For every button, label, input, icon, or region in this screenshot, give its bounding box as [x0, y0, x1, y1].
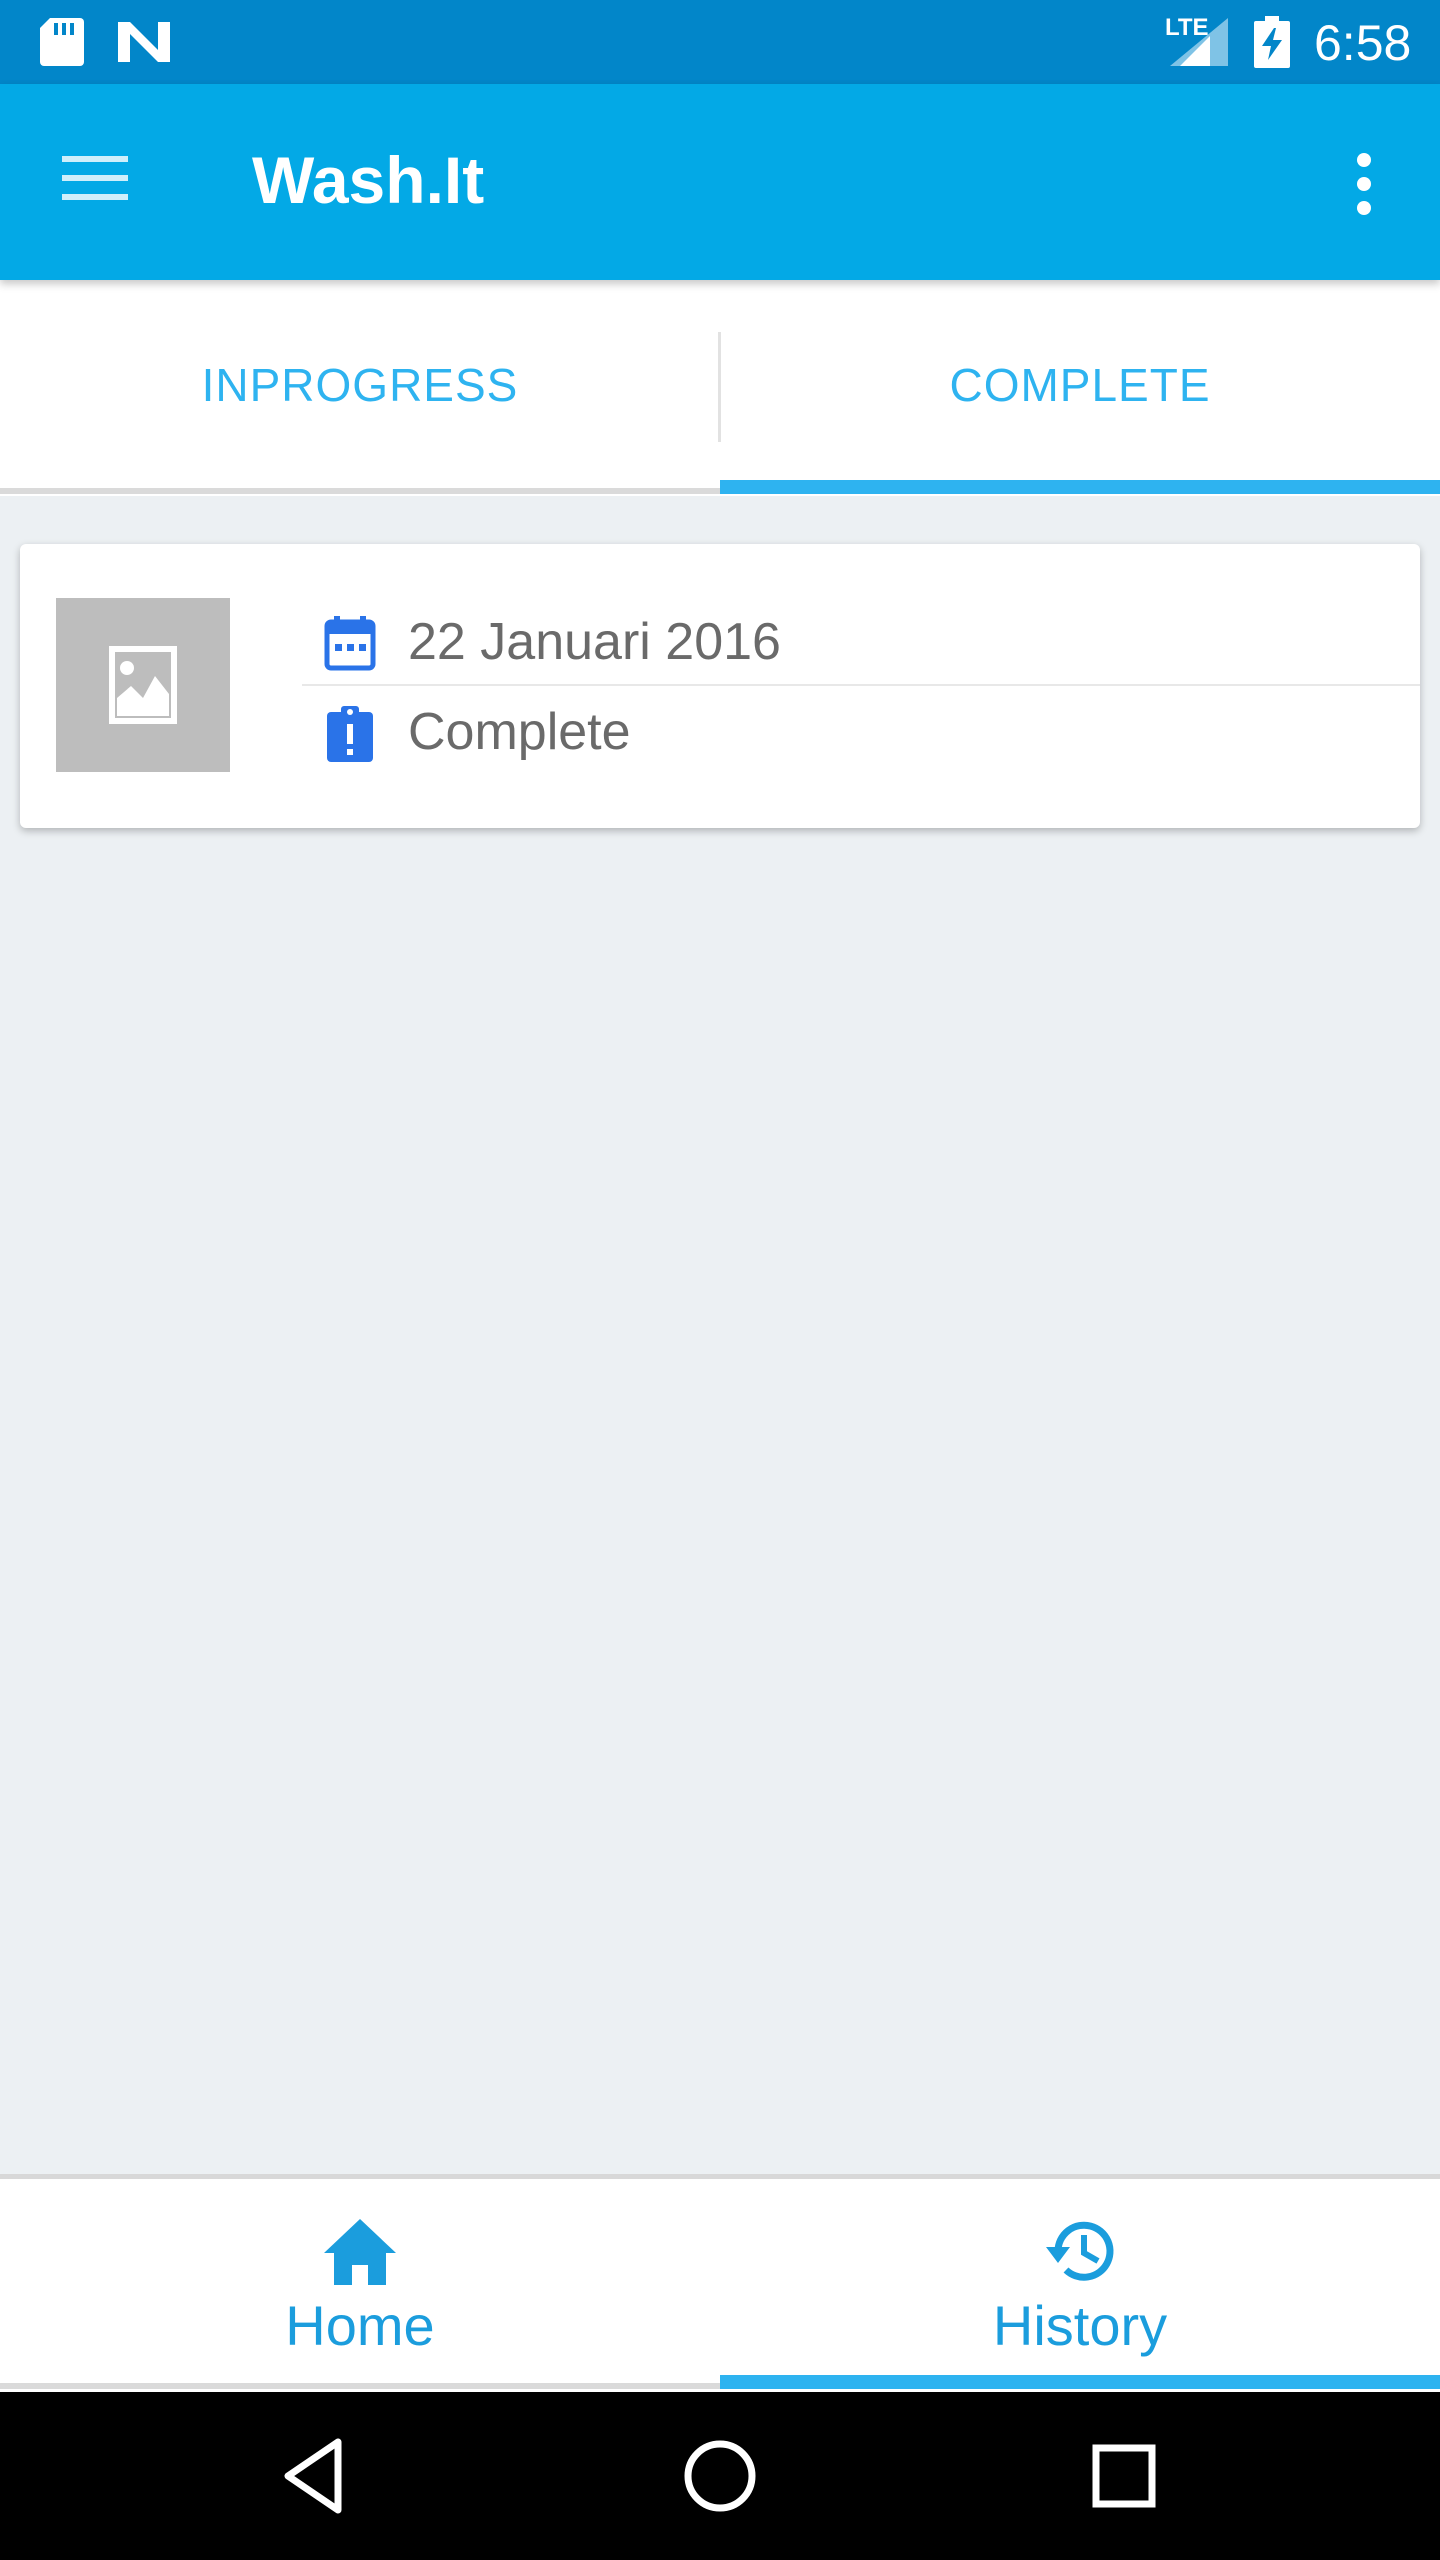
- history-icon: [1046, 2221, 1114, 2281]
- bottom-navigation: Home History: [0, 2174, 1440, 2392]
- tab-selected-indicator: [720, 480, 1440, 494]
- hamburger-menu-icon[interactable]: [60, 150, 132, 206]
- nav-home-label: Home: [285, 2294, 435, 2357]
- order-status: Complete: [408, 703, 631, 761]
- clock: 6:58: [1314, 15, 1412, 71]
- more-vert-icon[interactable]: [1340, 148, 1388, 220]
- nav-home[interactable]: Home: [0, 2179, 720, 2389]
- back-icon[interactable]: [274, 2434, 358, 2518]
- tab-bar: INPROGRESS COMPLETE: [0, 280, 1440, 496]
- n-logo-icon: [118, 22, 170, 62]
- app-bar: Wash.It: [0, 84, 1440, 280]
- tab-inprogress[interactable]: INPROGRESS: [0, 280, 720, 490]
- nav-history-label: History: [992, 2294, 1168, 2357]
- clipboard-alert-icon: [327, 706, 373, 762]
- status-bar: LTE 6:58: [0, 0, 1440, 84]
- recent-apps-icon[interactable]: [1082, 2434, 1166, 2518]
- nav-history[interactable]: History: [720, 2179, 1440, 2389]
- order-status-row: Complete: [302, 688, 1420, 776]
- app-title: Wash.It: [252, 143, 485, 217]
- order-date: 22 Januari 2016: [408, 613, 781, 671]
- order-thumbnail: [56, 598, 230, 772]
- signal-icon: [1170, 18, 1228, 66]
- system-navigation-bar: [0, 2392, 1440, 2560]
- image-placeholder-icon: [109, 646, 177, 724]
- order-card[interactable]: 22 Januari 2016 Complete: [20, 544, 1420, 828]
- sd-card-icon: [40, 18, 84, 66]
- bottom-nav-selected-indicator: [720, 2375, 1440, 2389]
- battery-charging-icon: [1254, 16, 1290, 68]
- home-icon: [324, 2219, 396, 2285]
- tab-complete[interactable]: COMPLETE: [720, 280, 1440, 490]
- order-date-row: 22 Januari 2016: [302, 598, 1420, 686]
- calendar-icon: [324, 616, 376, 671]
- home-circle-icon[interactable]: [678, 2434, 762, 2518]
